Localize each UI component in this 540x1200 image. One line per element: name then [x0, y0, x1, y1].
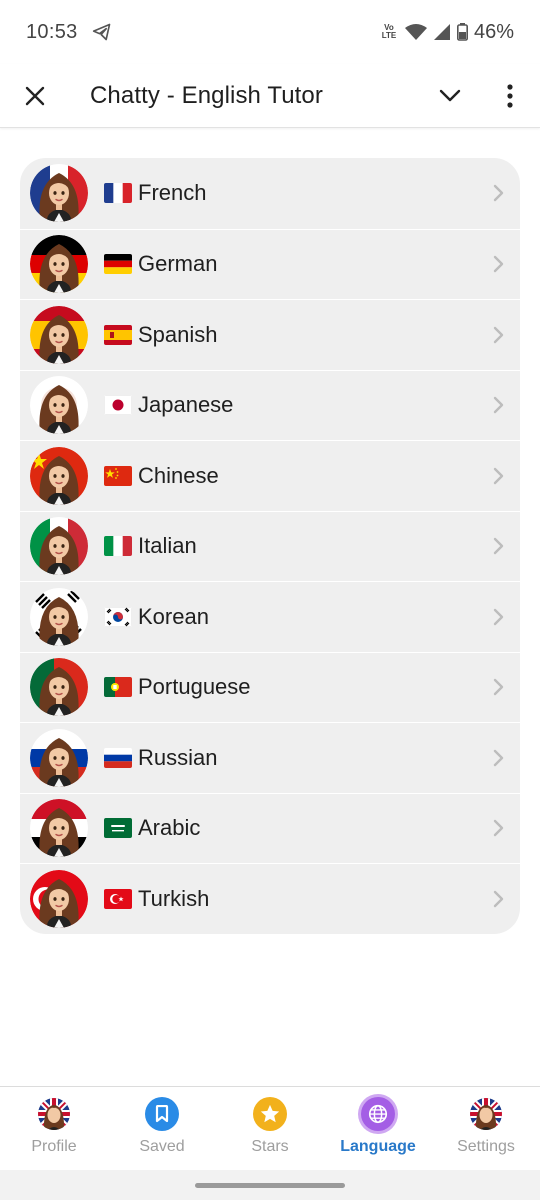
language-row-chinese[interactable]: Chinese	[20, 440, 520, 511]
language-list: French German Spanish Japanese Chinese I…	[20, 158, 520, 934]
language-row-portuguese[interactable]: Portuguese	[20, 651, 520, 723]
tutor-avatar	[30, 446, 88, 505]
language-name: Arabic	[138, 815, 201, 841]
chevron-right-icon	[492, 254, 506, 274]
tutor-avatar	[30, 587, 88, 646]
tutor-avatar	[30, 658, 88, 717]
status-icons: Vo LTE 46%	[379, 21, 514, 44]
flag-russia-icon	[104, 747, 132, 768]
language-name: Chinese	[138, 462, 219, 488]
battery-percent: 46%	[473, 20, 514, 43]
chevron-right-icon	[492, 607, 506, 627]
language-name: Korean	[138, 603, 209, 629]
more-options-button[interactable]	[486, 74, 534, 118]
nav-saved[interactable]: Saved	[108, 1087, 216, 1170]
volte-icon: Vo LTE	[381, 23, 397, 40]
chevron-right-icon	[492, 677, 506, 697]
flag-china-icon	[104, 465, 132, 486]
settings-avatar-icon	[469, 1097, 503, 1131]
bookmark-icon	[145, 1097, 179, 1131]
chevron-right-icon	[492, 536, 506, 556]
language-name: French	[138, 180, 207, 206]
tutor-avatar	[30, 728, 88, 787]
nav-label: Saved	[139, 1138, 185, 1155]
nav-label: Profile	[31, 1138, 77, 1155]
chevron-down-icon	[439, 89, 461, 102]
star-icon	[253, 1097, 287, 1131]
language-name: Russian	[138, 744, 218, 770]
language-name: Japanese	[138, 392, 234, 418]
language-name: Portuguese	[138, 674, 251, 700]
language-name: Spanish	[138, 321, 218, 347]
language-row-german[interactable]: German	[20, 228, 520, 300]
nav-settings[interactable]: Settings	[432, 1087, 540, 1170]
status-bar: 10:53 Vo LTE 46%	[0, 0, 540, 64]
close-button[interactable]	[0, 64, 70, 128]
tutor-avatar	[30, 305, 88, 364]
language-name: German	[138, 251, 218, 277]
tutor-avatar	[30, 517, 88, 576]
chevron-right-icon	[492, 183, 506, 203]
language-row-spanish[interactable]: Spanish	[20, 299, 520, 370]
language-row-arabic[interactable]: Arabic	[20, 792, 520, 864]
chevron-right-icon	[492, 818, 506, 838]
language-row-japanese[interactable]: Japanese	[20, 369, 520, 441]
more-vert-icon	[507, 84, 513, 108]
tutor-avatar	[30, 235, 88, 294]
wifi-icon	[404, 24, 427, 40]
status-time: 10:53	[26, 20, 78, 43]
app-bar: Chatty - English Tutor	[0, 64, 540, 128]
flag-italy-icon	[104, 536, 132, 557]
chevron-right-icon	[492, 748, 506, 768]
language-row-russian[interactable]: Russian	[20, 722, 520, 793]
chevron-right-icon	[492, 889, 506, 909]
language-row-korean[interactable]: Korean	[20, 581, 520, 652]
nav-profile[interactable]: Profile	[0, 1087, 108, 1170]
bottom-navigation: Profile Saved Stars Language Settings	[0, 1086, 540, 1170]
chevron-right-icon	[492, 395, 506, 415]
flag-spain-icon	[104, 324, 132, 345]
language-row-turkish[interactable]: Turkish	[20, 863, 520, 934]
nav-language[interactable]: Language	[324, 1087, 432, 1170]
language-name: Turkish	[138, 885, 210, 911]
flag-saudi-arabia-icon	[104, 818, 132, 839]
chevron-right-icon	[492, 325, 506, 345]
chevron-right-icon	[492, 466, 506, 486]
profile-avatar-icon	[37, 1097, 71, 1131]
language-name: Italian	[138, 533, 197, 559]
flag-france-icon	[104, 183, 132, 204]
globe-icon	[361, 1097, 395, 1131]
nav-label: Settings	[457, 1138, 515, 1155]
tutor-avatar	[30, 376, 88, 435]
nav-label: Stars	[251, 1138, 289, 1155]
telegram-icon	[92, 23, 110, 41]
gesture-handle[interactable]	[195, 1183, 345, 1188]
battery-icon	[456, 23, 468, 41]
tutor-avatar	[30, 799, 88, 858]
system-gesture-area	[0, 1170, 540, 1200]
nav-stars[interactable]: Stars	[216, 1087, 324, 1170]
flag-japan-icon	[104, 395, 132, 416]
tutor-avatar	[30, 164, 88, 223]
page-title: Chatty - English Tutor	[90, 81, 323, 109]
flag-korea-icon	[104, 606, 132, 627]
nav-label: Language	[340, 1138, 416, 1155]
close-icon	[25, 86, 45, 105]
flag-portugal-icon	[104, 677, 132, 698]
tutor-avatar	[30, 869, 88, 928]
signal-icon	[433, 24, 450, 40]
flag-turkey-icon	[104, 888, 132, 909]
language-row-french[interactable]: French	[20, 158, 520, 229]
language-row-italian[interactable]: Italian	[20, 510, 520, 582]
flag-germany-icon	[104, 254, 132, 275]
dropdown-button[interactable]	[426, 74, 474, 118]
